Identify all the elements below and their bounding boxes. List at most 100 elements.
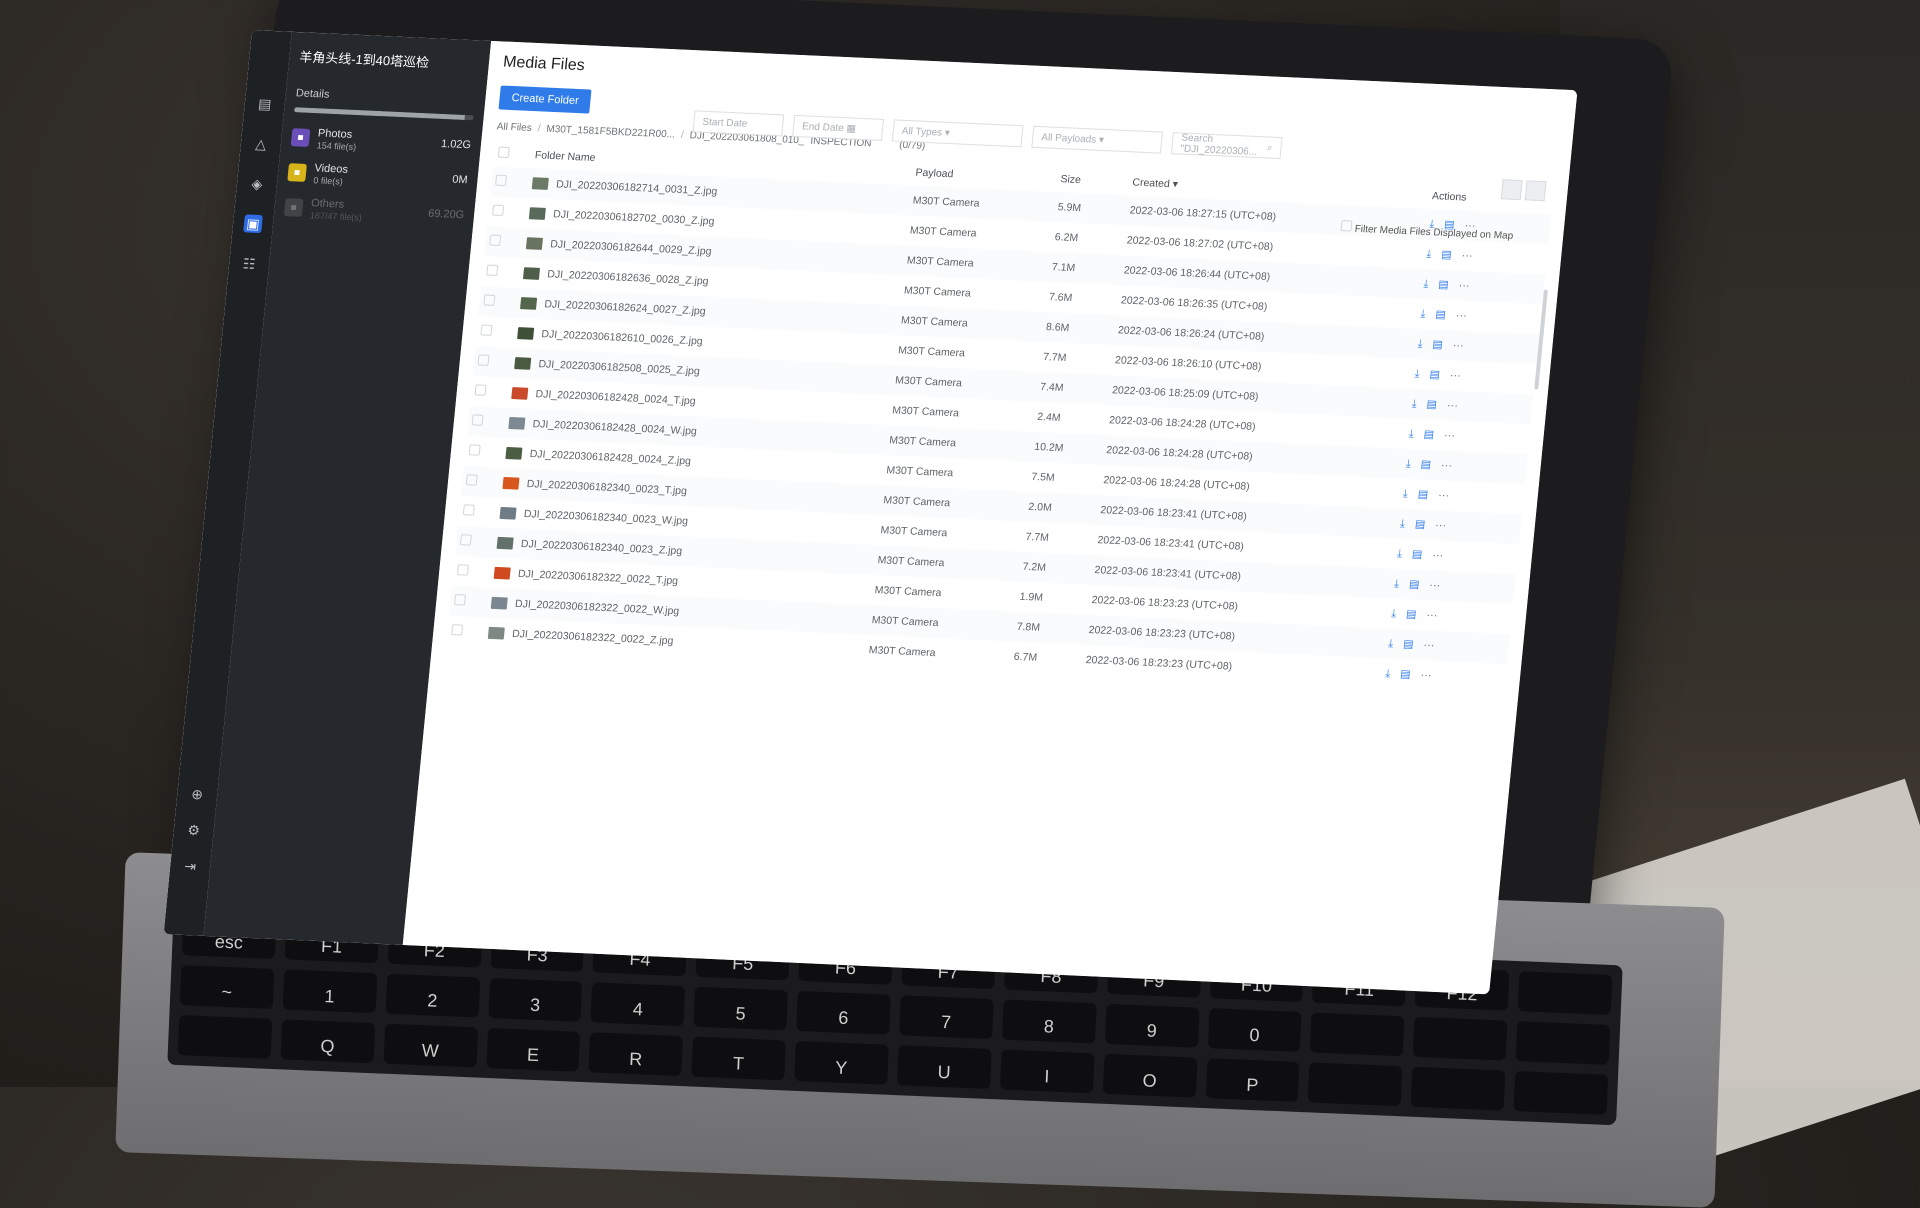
settings-icon[interactable]: ⚙: [184, 821, 204, 840]
keyboard-key: E: [485, 1027, 581, 1072]
row-checkbox-cell[interactable]: [460, 466, 501, 498]
video-icon: ■: [287, 163, 307, 183]
download-icon[interactable]: ⤓: [1391, 608, 1397, 620]
row-checkbox-cell[interactable]: [472, 346, 513, 378]
more-icon[interactable]: ···: [1432, 549, 1444, 561]
save-icon[interactable]: ▤: [1414, 518, 1426, 530]
row-checkbox-cell[interactable]: [478, 286, 518, 318]
save-icon[interactable]: ▤: [1405, 608, 1417, 620]
row-checkbox-cell[interactable]: [454, 526, 495, 558]
storage-stat: ■ Others 187/47 file(s) 69.20G: [283, 196, 466, 227]
more-icon[interactable]: ···: [1438, 489, 1450, 501]
team-icon[interactable]: ☷: [239, 254, 259, 273]
download-icon[interactable]: ⤓: [1402, 488, 1408, 500]
more-icon[interactable]: ···: [1426, 609, 1438, 621]
download-icon[interactable]: ⤓: [1414, 368, 1420, 380]
more-icon[interactable]: ···: [1446, 399, 1458, 411]
save-icon[interactable]: ▤: [1417, 488, 1429, 500]
chevron-down-icon: ▾: [944, 127, 951, 139]
more-icon[interactable]: ···: [1420, 669, 1432, 681]
more-icon[interactable]: ···: [1435, 519, 1447, 531]
download-icon[interactable]: ⤓: [1405, 458, 1411, 470]
project-icon[interactable]: ▤: [255, 94, 275, 113]
checkbox-icon: [459, 534, 472, 546]
more-icon[interactable]: ···: [1429, 579, 1441, 591]
download-icon[interactable]: ⤓: [1420, 308, 1426, 320]
download-icon[interactable]: ⤓: [1388, 638, 1394, 650]
row-checkbox-cell[interactable]: [475, 316, 515, 348]
save-icon[interactable]: ▤: [1441, 249, 1453, 261]
grid-view-button[interactable]: [1524, 180, 1547, 202]
row-checkbox-cell[interactable]: [489, 166, 530, 199]
select-all-header[interactable]: [493, 140, 532, 168]
download-icon[interactable]: ⤓: [1399, 518, 1405, 530]
download-icon[interactable]: ⤓: [1411, 398, 1417, 410]
download-icon[interactable]: ⤓: [1408, 428, 1414, 440]
more-icon[interactable]: ···: [1440, 459, 1452, 471]
checkbox-icon: [1340, 220, 1353, 232]
breadcrumb-all-files[interactable]: All Files: [496, 121, 532, 134]
breadcrumb-device[interactable]: M30T_1581F5BKD221R00...: [546, 124, 676, 141]
keyboard-key: 0: [1207, 1008, 1302, 1053]
download-icon[interactable]: ⤓: [1423, 278, 1429, 290]
row-checkbox-cell[interactable]: [464, 436, 504, 468]
globe-icon[interactable]: ⊕: [187, 785, 207, 804]
row-checkbox-cell[interactable]: [481, 256, 521, 288]
create-folder-button[interactable]: Create Folder: [498, 85, 592, 114]
checkbox-icon: [480, 324, 493, 336]
start-date-input[interactable]: Start Date: [692, 110, 785, 137]
file-name: DJI_20220306182702_0030_Z.jpg: [552, 208, 715, 228]
more-icon[interactable]: ···: [1455, 310, 1467, 322]
keyboard-key: U: [897, 1045, 992, 1090]
save-icon[interactable]: ▤: [1435, 309, 1447, 321]
warning-icon[interactable]: △: [251, 134, 271, 153]
keyboard-key: 3: [488, 977, 583, 1022]
save-icon[interactable]: ▤: [1423, 429, 1435, 441]
row-checkbox-cell[interactable]: [458, 496, 498, 528]
list-view-button[interactable]: [1500, 179, 1523, 201]
save-icon[interactable]: ▤: [1400, 668, 1412, 680]
row-checkbox-cell[interactable]: [448, 585, 489, 618]
rail-bottom: ⊕ ⚙ ⇥: [175, 785, 208, 936]
save-icon[interactable]: ▤: [1438, 279, 1450, 291]
download-icon[interactable]: ⤓: [1397, 548, 1403, 560]
keyboard-key: [1513, 1071, 1609, 1115]
more-icon[interactable]: ···: [1443, 429, 1455, 441]
download-icon[interactable]: ⤓: [1385, 668, 1391, 680]
save-icon[interactable]: ▤: [1420, 459, 1432, 471]
keyboard-key: P: [1205, 1058, 1300, 1102]
download-icon[interactable]: ⤓: [1417, 338, 1423, 350]
download-icon[interactable]: ⤓: [1426, 248, 1432, 260]
checkbox-icon: [489, 234, 502, 246]
checkbox-icon: [451, 624, 464, 636]
layers-icon[interactable]: ◈: [247, 174, 267, 193]
file-name: DJI_20220306182340_0023_Z.jpg: [520, 537, 683, 558]
download-icon[interactable]: ⤓: [1394, 578, 1400, 590]
save-icon[interactable]: ▤: [1429, 369, 1441, 381]
row-checkbox-cell[interactable]: [446, 616, 486, 648]
size-cell: 2.0M: [1023, 491, 1098, 525]
more-icon[interactable]: ···: [1449, 370, 1461, 382]
more-icon[interactable]: ···: [1461, 250, 1473, 262]
save-icon[interactable]: ▤: [1432, 339, 1444, 351]
size-cell: 7.7M: [1042, 351, 1067, 365]
file-name: DJI_20220306182508_0025_Z.jpg: [537, 358, 701, 378]
other-icon: ■: [283, 198, 304, 218]
end-date-input[interactable]: End Date ▦: [792, 114, 884, 141]
thumbnail-image: [525, 237, 543, 251]
save-icon[interactable]: ▤: [1403, 638, 1415, 650]
more-icon[interactable]: ···: [1458, 280, 1470, 292]
row-checkbox-cell[interactable]: [487, 196, 527, 228]
more-icon[interactable]: ···: [1452, 340, 1464, 352]
row-checkbox-cell[interactable]: [466, 406, 507, 438]
row-checkbox-cell[interactable]: [469, 376, 509, 408]
save-icon[interactable]: ▤: [1411, 548, 1423, 560]
save-icon[interactable]: ▤: [1426, 399, 1438, 411]
row-checkbox-cell[interactable]: [484, 226, 524, 258]
media-icon[interactable]: ▣: [243, 214, 263, 234]
row-checkbox-cell[interactable]: [452, 556, 492, 588]
logout-icon[interactable]: ⇥: [180, 857, 200, 876]
stat-text: Videos 0 file(s): [313, 162, 453, 191]
save-icon[interactable]: ▤: [1408, 578, 1420, 590]
more-icon[interactable]: ···: [1423, 639, 1435, 651]
